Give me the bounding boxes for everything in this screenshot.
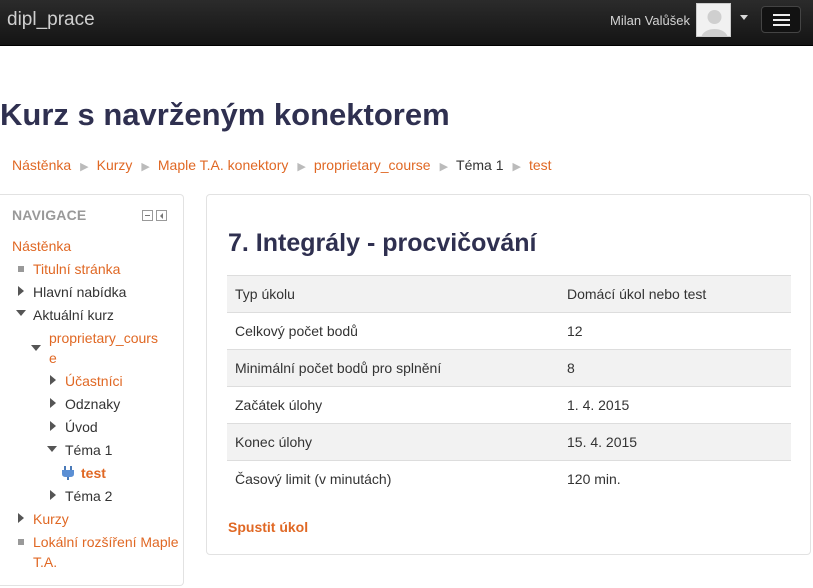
expand-arrow-icon[interactable] xyxy=(18,513,24,523)
nav-item-badges[interactable]: Odznaky xyxy=(65,396,120,412)
page-title: Kurz s navrženým konektorem xyxy=(0,97,450,132)
hamburger-icon xyxy=(773,14,790,16)
dock-block-icon[interactable] xyxy=(156,210,167,221)
avatar-placeholder-icon xyxy=(697,4,730,36)
breadcrumb-separator-icon: ▶ xyxy=(297,161,306,173)
breadcrumb-item-courses[interactable]: Kurzy xyxy=(97,157,133,173)
row-value: 15. 4. 2015 xyxy=(559,423,791,461)
nav-item-course-wrap[interactable]: e xyxy=(49,350,57,366)
hamburger-icon-bar xyxy=(773,19,790,21)
user-avatar[interactable] xyxy=(696,3,731,37)
nav-item-topic-1[interactable]: Téma 1 xyxy=(65,442,112,458)
row-value: 120 min. xyxy=(559,460,791,498)
breadcrumb-separator-icon: ▶ xyxy=(80,161,89,173)
table-row: Konec úlohy 15. 4. 2015 xyxy=(227,423,791,461)
row-value: 12 xyxy=(559,312,791,350)
expand-arrow-icon[interactable] xyxy=(50,490,56,500)
breadcrumb-item-course[interactable]: proprietary_course xyxy=(314,157,431,173)
breadcrumb-item-topic: Téma 1 xyxy=(456,157,504,173)
user-menu-caret-icon[interactable] xyxy=(740,15,748,20)
hamburger-icon-bar xyxy=(773,24,790,26)
breadcrumb-separator-icon: ▶ xyxy=(439,161,449,173)
collapse-arrow-icon[interactable] xyxy=(31,345,41,351)
collapse-arrow-icon[interactable] xyxy=(47,446,57,452)
row-label: Časový limit (v minutách) xyxy=(227,460,559,498)
table-row: Časový limit (v minutách) 120 min. xyxy=(227,460,791,498)
row-label: Celkový počet bodů xyxy=(227,312,559,350)
nav-item-local-plugins[interactable]: Lokální rozšíření Maple xyxy=(33,534,179,550)
row-label: Konec úlohy xyxy=(227,423,559,461)
navigation-block: NAVIGACE Nástěnka Titulní stránka Hlavní… xyxy=(0,194,184,586)
table-row: Celkový počet bodů 12 xyxy=(227,312,791,350)
site-brand[interactable]: dipl_prace xyxy=(7,9,95,31)
user-name[interactable]: Milan Valůšek xyxy=(610,13,690,28)
expand-arrow-icon[interactable] xyxy=(18,286,24,296)
nav-item-site-home[interactable]: Titulní stránka xyxy=(33,261,120,277)
collapse-block-icon[interactable] xyxy=(142,210,153,221)
nav-item-topic-2[interactable]: Téma 2 xyxy=(65,488,112,504)
navigation-header: NAVIGACE xyxy=(12,207,87,223)
main-content: 7. Integrály - procvičování Typ úkolu Do… xyxy=(206,194,811,555)
row-label: Minimální počet bodů pro splnění xyxy=(227,349,559,387)
row-value: 1. 4. 2015 xyxy=(559,386,791,424)
breadcrumb-item-test[interactable]: test xyxy=(529,157,552,173)
start-assignment-link[interactable]: Spustit úkol xyxy=(228,519,308,535)
main-menu-button[interactable] xyxy=(761,6,801,33)
nav-item-test[interactable]: test xyxy=(81,465,106,481)
bullet-icon xyxy=(18,266,24,272)
nav-item-courses[interactable]: Kurzy xyxy=(33,511,69,527)
row-label: Typ úkolu xyxy=(227,275,559,313)
breadcrumb-item-category[interactable]: Maple T.A. konektory xyxy=(158,157,288,173)
bullet-icon xyxy=(18,539,24,545)
nav-item-current-course[interactable]: Aktuální kurz xyxy=(33,307,114,323)
assignment-info-table: Typ úkolu Domácí úkol nebo test Celkový … xyxy=(227,275,791,498)
nav-item-dashboard[interactable]: Nástěnka xyxy=(12,238,71,254)
row-value: 8 xyxy=(559,349,791,387)
table-row: Začátek úlohy 1. 4. 2015 xyxy=(227,386,791,424)
expand-arrow-icon[interactable] xyxy=(50,421,56,431)
breadcrumb-item-dashboard[interactable]: Nástěnka xyxy=(12,157,71,173)
breadcrumb-separator-icon: ▶ xyxy=(141,161,150,173)
row-label: Začátek úlohy xyxy=(227,386,559,424)
breadcrumb: Nástěnka ▶ Kurzy ▶ Maple T.A. konektory ▶ prop… xyxy=(12,157,552,173)
nav-item-main-menu[interactable]: Hlavní nabídka xyxy=(33,284,126,300)
table-row: Minimální počet bodů pro splnění 8 xyxy=(227,349,791,387)
table-row: Typ úkolu Domácí úkol nebo test xyxy=(227,275,791,313)
breadcrumb-separator-icon: ▶ xyxy=(512,161,521,173)
expand-arrow-icon[interactable] xyxy=(50,398,56,408)
nav-item-participants[interactable]: Účastníci xyxy=(65,373,123,389)
row-value: Domácí úkol nebo test xyxy=(559,275,791,313)
nav-item-local-plugins-wrap[interactable]: T.A. xyxy=(33,554,57,570)
collapse-arrow-icon[interactable] xyxy=(16,310,26,316)
nav-item-course[interactable]: proprietary_cours xyxy=(49,330,158,346)
expand-arrow-icon[interactable] xyxy=(50,375,56,385)
top-navbar: dipl_prace Milan Valůšek xyxy=(0,0,813,46)
plugin-icon xyxy=(62,466,74,480)
nav-item-intro[interactable]: Úvod xyxy=(65,419,98,435)
assignment-title: 7. Integrály - procvičování xyxy=(228,229,537,257)
